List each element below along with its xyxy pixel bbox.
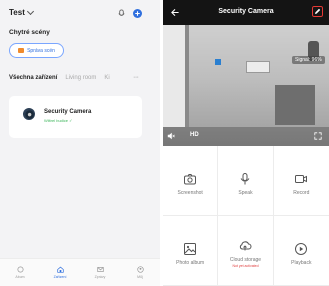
video-object-shadow <box>275 85 315 125</box>
screenshot-button[interactable]: Screenshot <box>163 146 219 216</box>
video-object-blue <box>215 59 221 65</box>
video-wall-left <box>163 25 185 127</box>
device-card-security-camera[interactable]: Security Camera Wiltrel budice ✓ <box>9 96 142 138</box>
screenshot-label: Screenshot <box>177 189 203 196</box>
playback-label: Playback <box>291 259 312 266</box>
camera-icon <box>184 173 197 184</box>
profile-icon <box>136 266 144 273</box>
nav-label-devices: Zařízení <box>53 275 67 279</box>
record-button[interactable]: Record <box>273 146 329 216</box>
video-object-sign <box>246 61 270 73</box>
speaker-mute-icon[interactable] <box>167 132 175 140</box>
tab-living-room[interactable]: Living room <box>65 75 96 81</box>
camera-title: Security Camera <box>218 8 274 15</box>
edit-icon[interactable] <box>312 6 323 17</box>
camera-topbar: Security Camera <box>163 0 329 25</box>
nav-item-profile[interactable]: Můj <box>120 259 160 286</box>
photo-album-button[interactable]: Photo album <box>163 216 219 286</box>
photo-album-label: Photo album <box>176 259 205 266</box>
microphone-icon[interactable] <box>117 9 126 18</box>
nav-item-album[interactable]: Abum <box>0 259 40 286</box>
circle-icon <box>16 266 24 273</box>
room-tabs: Všechna zařízení Living room Ki <box>9 75 110 81</box>
cloud-icon <box>240 241 252 251</box>
bottom-nav: Abum Zařízení Zprávy Můj <box>0 258 160 286</box>
chevron-down-icon <box>26 7 34 16</box>
video-door-frame <box>185 25 189 127</box>
camera-screen: Security Camera Signal: 96% HD Screensho… <box>163 0 329 286</box>
more-tabs-icon[interactable]: ··· <box>133 74 139 81</box>
home-name: Test <box>9 8 25 17</box>
home-icon <box>56 266 64 273</box>
speak-label: Speak <box>238 189 253 196</box>
hd-toggle-button[interactable]: HD <box>190 132 199 138</box>
tab-kitchen[interactable]: Ki <box>104 75 109 81</box>
cloud-storage-label: Cloud storage <box>229 257 262 263</box>
video-icon <box>295 174 308 183</box>
scenes-title: Chytré scény <box>9 29 50 36</box>
tab-all-devices[interactable]: Všechna zařízení <box>9 75 57 81</box>
video-control-bar: HD <box>163 127 329 146</box>
fullscreen-icon[interactable] <box>314 132 322 140</box>
home-selector[interactable]: Test <box>9 7 34 17</box>
record-label: Record <box>293 189 310 196</box>
device-status: Wiltrel budice ✓ <box>44 118 73 123</box>
manage-scenes-button[interactable]: Správa scén <box>9 43 64 58</box>
scene-icon <box>18 48 25 53</box>
device-name: Security Camera <box>44 109 92 115</box>
nav-item-devices[interactable]: Zařízení <box>40 259 80 286</box>
nav-label-messages: Zprávy <box>94 275 106 279</box>
nav-item-messages[interactable]: Zprávy <box>80 259 120 286</box>
image-icon <box>184 242 197 255</box>
microphone-icon <box>241 172 250 184</box>
signal-indicator: Signal: 96% <box>292 56 325 64</box>
camera-controls: Screenshot Speak Record Photo album Clou… <box>163 146 329 286</box>
cloud-storage-status: Not yet activated <box>232 264 259 268</box>
playback-button[interactable]: Playback <box>273 216 329 286</box>
nav-label-profile: Můj <box>137 275 143 279</box>
nav-label-album: Abum <box>15 275 25 279</box>
add-icon[interactable] <box>133 9 142 18</box>
message-icon <box>96 267 104 272</box>
cloud-storage-button[interactable]: Cloud storage Not yet activated <box>218 216 274 286</box>
home-screen: Test Chytré scény Správa scén Všechna za… <box>0 0 160 286</box>
speak-button[interactable]: Speak <box>218 146 274 216</box>
manage-scenes-label: Správa scén <box>27 47 55 54</box>
play-icon <box>295 242 308 255</box>
live-video-feed[interactable]: Signal: 96% HD <box>163 25 329 146</box>
camera-device-icon <box>23 108 35 120</box>
